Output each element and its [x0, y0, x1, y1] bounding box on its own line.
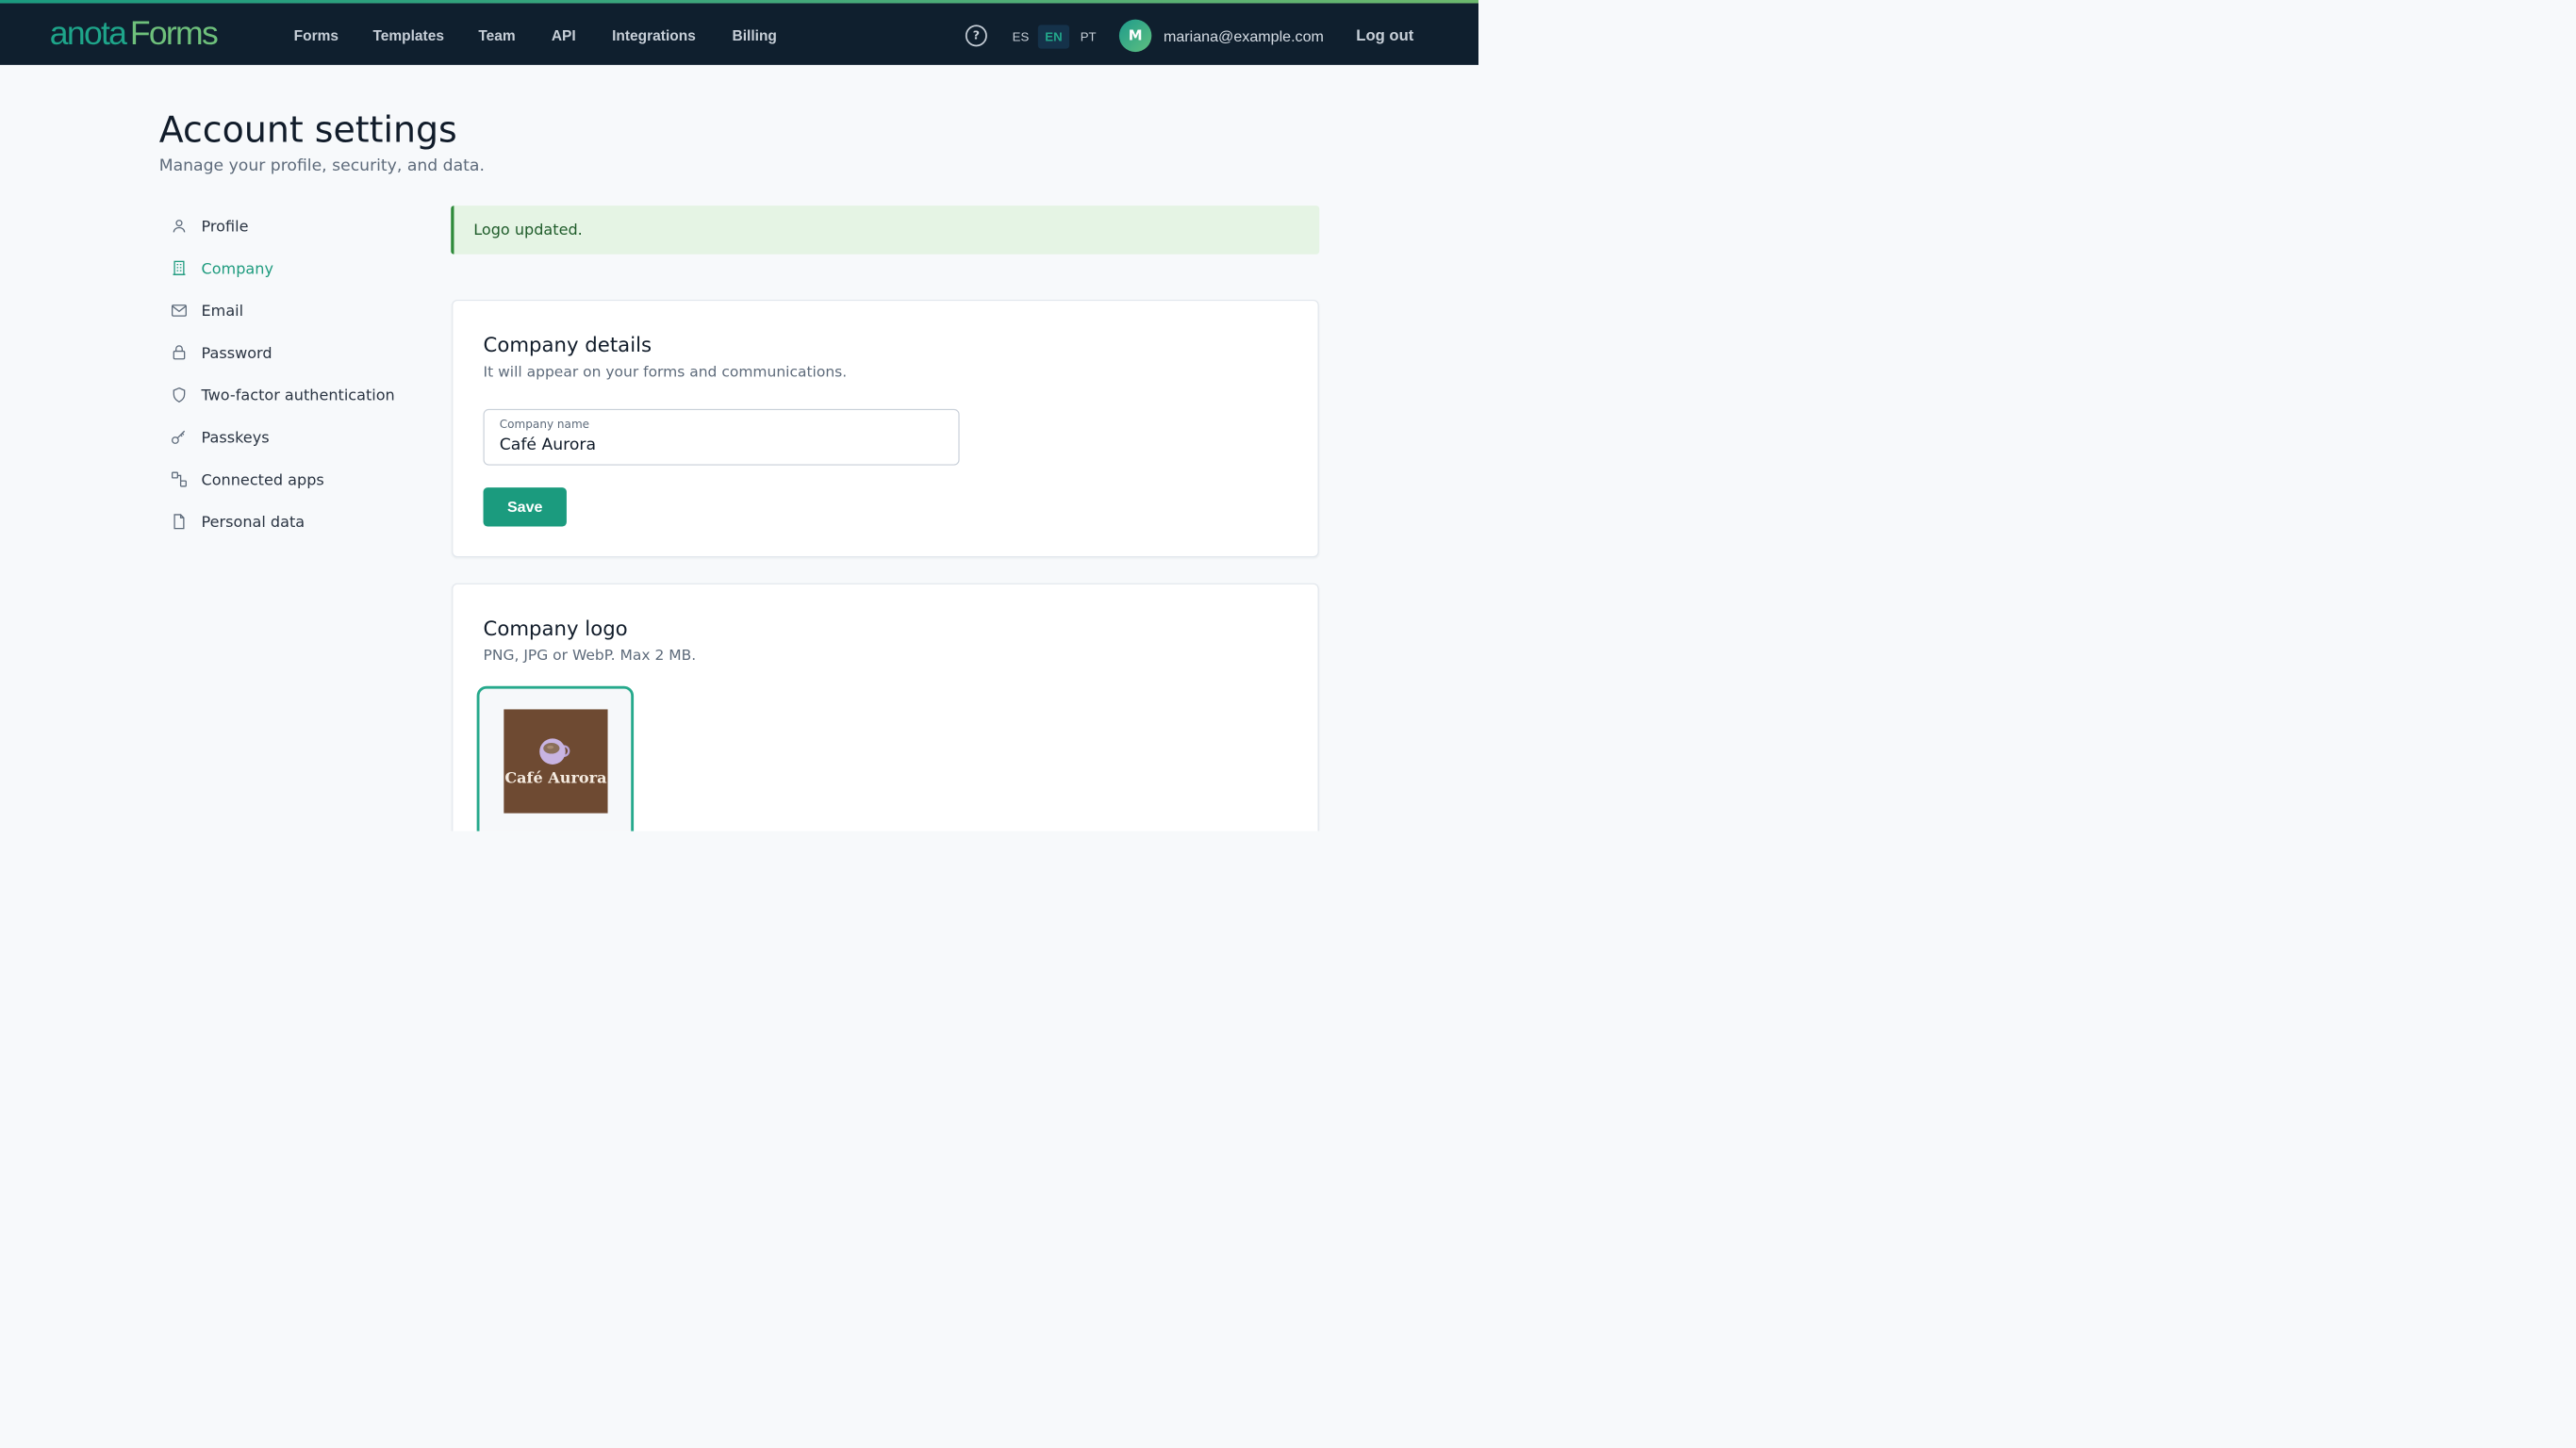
alert-message: Logo updated. [473, 221, 583, 239]
key-icon [172, 430, 186, 444]
sidebar-item-label: Company [201, 259, 273, 278]
language-en-button[interactable]: EN [1037, 25, 1070, 49]
language-pt-button[interactable]: PT [1077, 25, 1099, 48]
sidebar-item-label: Password [201, 343, 272, 362]
nav-team[interactable]: Team [478, 25, 515, 46]
company-name-field[interactable]: Company name [483, 408, 960, 466]
sidebar-item-label: Two-factor authentication [201, 386, 395, 404]
coffee-cup-icon [539, 738, 570, 765]
user-icon [173, 220, 186, 233]
sidebar-item-personal-data[interactable]: Personal data [170, 510, 305, 534]
sidebar-item-label: Connected apps [201, 470, 324, 488]
nav-integrations[interactable]: Integrations [612, 25, 696, 46]
lock-icon [173, 345, 186, 360]
user-avatar[interactable]: M [1118, 19, 1152, 53]
nav-forms[interactable]: Forms [294, 25, 339, 46]
success-alert: Logo updated. [451, 206, 1320, 255]
sidebar-item-label: Profile [201, 217, 249, 236]
sidebar-item-password[interactable]: Password [170, 341, 272, 365]
save-button[interactable]: Save [483, 487, 567, 527]
company-name-label: Company name [499, 418, 590, 431]
language-es-button[interactable]: ES [1010, 25, 1032, 48]
shield-icon [173, 387, 186, 403]
logo-text-part1: anota [49, 14, 127, 53]
company-logo-description: PNG, JPG or WebP. Max 2 MB. [483, 647, 697, 665]
company-details-title: Company details [483, 333, 652, 357]
company-details-card: Company details It will appear on your f… [452, 299, 1319, 558]
user-email: mariana@example.com [1163, 27, 1324, 45]
sidebar-item-company[interactable]: Company [170, 256, 273, 280]
app-logo[interactable]: anotaForms [49, 14, 219, 53]
page-subtitle: Manage your profile, security, and data. [158, 156, 485, 175]
document-icon [173, 514, 185, 530]
apps-icon [172, 471, 187, 487]
company-name-input[interactable] [499, 435, 933, 454]
sidebar-item-label: Passkeys [201, 428, 270, 447]
sidebar-item-connected-apps[interactable]: Connected apps [170, 468, 324, 491]
nav-templates[interactable]: Templates [372, 25, 444, 46]
nav-api[interactable]: API [552, 25, 576, 46]
page-title: Account settings [158, 108, 457, 151]
sidebar-item-passkeys[interactable]: Passkeys [170, 425, 270, 449]
help-icon[interactable]: ? [965, 25, 987, 47]
sidebar-item-two-factor[interactable]: Two-factor authentication [170, 383, 395, 406]
nav-billing[interactable]: Billing [733, 25, 777, 46]
company-logo-title: Company logo [483, 617, 628, 640]
company-details-description: It will appear on your forms and communi… [483, 363, 848, 381]
building-icon [173, 260, 186, 275]
logo-text-part2: Forms [129, 14, 219, 53]
logo-upload-tile[interactable]: Café Aurora [476, 685, 635, 831]
logout-button[interactable]: Log out [1356, 25, 1413, 46]
envelope-icon [172, 304, 187, 317]
sidebar-item-label: Personal data [201, 512, 305, 531]
company-logo-card: Company logo PNG, JPG or WebP. Max 2 MB.… [452, 583, 1319, 831]
sidebar-item-profile[interactable]: Profile [170, 214, 248, 238]
top-navigation-bar: anotaForms Forms Templates Team API Inte… [0, 3, 1479, 65]
company-logo-image: Café Aurora [504, 709, 608, 814]
sidebar-item-email[interactable]: Email [170, 299, 243, 322]
logo-brand-text: Café Aurora [504, 768, 607, 787]
sidebar-item-label: Email [201, 301, 244, 320]
